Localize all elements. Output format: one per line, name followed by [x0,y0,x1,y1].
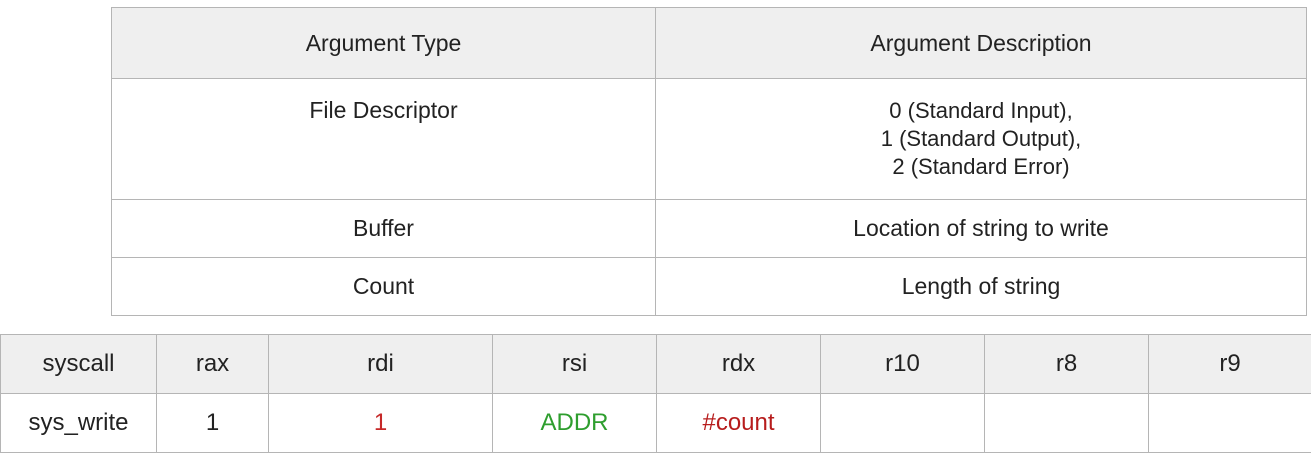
description-line: 0 (Standard Input), [889,98,1073,123]
argument-type-cell: Count [111,257,656,316]
argument-type-cell: Buffer [111,199,656,258]
r9-value [1148,393,1311,453]
argument-description-cell: 0 (Standard Input), 1 (Standard Output),… [655,78,1307,200]
header-rax: rax [156,334,269,394]
header-syscall: syscall [0,334,157,394]
header-rdx: rdx [656,334,821,394]
header-argument-description: Argument Description [655,7,1307,79]
header-rsi: rsi [492,334,657,394]
argument-description-cell: Location of string to write [655,199,1307,258]
register-table: syscall rax rdi rsi rdx r10 r8 r9 sys_wr… [0,334,1311,453]
rdx-value: #count [656,393,821,453]
header-rdi: rdi [268,334,493,394]
argument-type-cell: File Descriptor [111,78,656,200]
r10-value [820,393,985,453]
header-r10: r10 [820,334,985,394]
description-line: 1 (Standard Output), [880,126,1082,151]
argument-table: Argument Type Argument Description File … [111,7,1307,316]
table-row: sys_write 1 1 ADDR #count [0,393,1311,453]
rdi-value: 1 [268,393,493,453]
r8-value [984,393,1149,453]
header-argument-type: Argument Type [111,7,656,79]
header-r9: r9 [1148,334,1311,394]
description-line: 2 (Standard Error) [892,154,1070,179]
table-row: Count Length of string [111,257,1307,316]
register-table-header-row: syscall rax rdi rsi rdx r10 r8 r9 [0,334,1311,394]
header-r8: r8 [984,334,1149,394]
argument-description-cell: Length of string [655,257,1307,316]
syscall-value: sys_write [0,393,157,453]
argument-table-header-row: Argument Type Argument Description [111,7,1307,79]
rax-value: 1 [156,393,269,453]
table-row: File Descriptor 0 (Standard Input), 1 (S… [111,78,1307,200]
table-row: Buffer Location of string to write [111,199,1307,258]
rsi-value: ADDR [492,393,657,453]
